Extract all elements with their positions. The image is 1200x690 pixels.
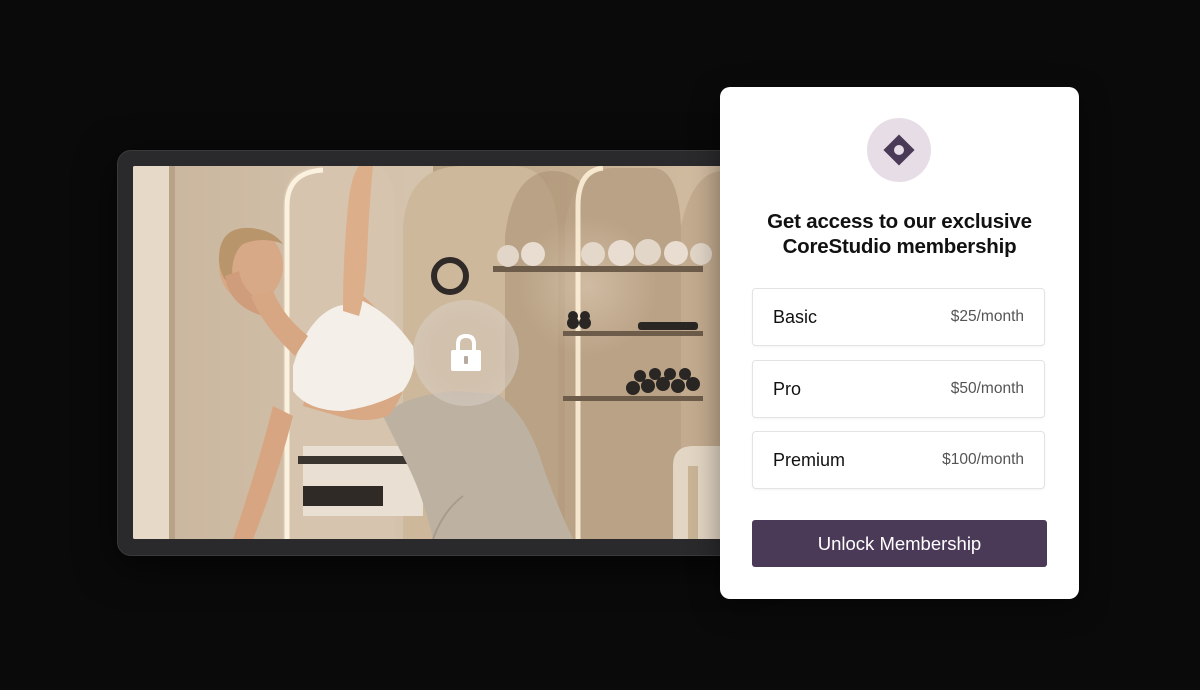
plan-option-basic[interactable]: Basic $25/month xyxy=(752,288,1045,346)
membership-title: Get access to our exclusive CoreStudio m… xyxy=(740,209,1059,259)
title-line-2: CoreStudio membership xyxy=(782,235,1017,258)
title-line-1: Get access to our exclusive xyxy=(767,210,1032,233)
video-player-frame xyxy=(117,150,757,556)
video-preview[interactable] xyxy=(133,166,733,539)
brand-logo xyxy=(867,118,931,182)
plan-name: Premium xyxy=(773,449,846,470)
membership-panel: Get access to our exclusive CoreStudio m… xyxy=(720,87,1079,599)
plan-name: Basic xyxy=(773,306,818,327)
plan-name: Pro xyxy=(773,378,802,399)
diamond-dot-icon xyxy=(883,134,915,166)
lock-icon xyxy=(451,333,481,371)
plan-price: $100/month xyxy=(942,451,1024,468)
unlock-membership-button[interactable]: Unlock Membership xyxy=(752,520,1047,567)
plan-price: $50/month xyxy=(950,380,1024,397)
plan-price: $25/month xyxy=(950,308,1024,325)
locked-overlay[interactable] xyxy=(413,300,519,406)
plan-option-pro[interactable]: Pro $50/month xyxy=(752,360,1045,418)
plan-option-premium[interactable]: Premium $100/month xyxy=(752,431,1045,489)
